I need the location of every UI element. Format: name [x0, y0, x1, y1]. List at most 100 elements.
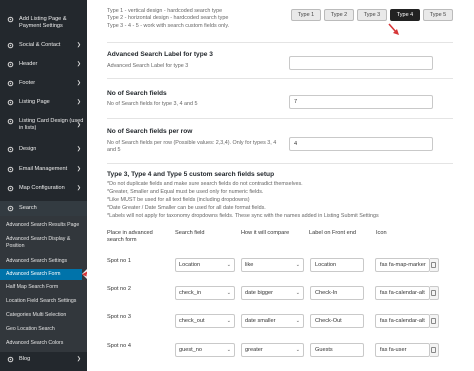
- gear-icon: [6, 185, 14, 192]
- sidebar-item-label: Search: [19, 205, 37, 211]
- sidebar-item-map[interactable]: Map Configuration ❯: [0, 185, 87, 194]
- gear-icon: [6, 99, 14, 106]
- gear-icon: [6, 61, 14, 68]
- frontend-label-input[interactable]: Check-In: [310, 286, 364, 300]
- sidebar-item-listing-page[interactable]: Listing Page ❯: [0, 99, 87, 108]
- chevron-down-icon: ⌄: [295, 318, 300, 324]
- gear-icon: [6, 205, 14, 212]
- label-type3-heading: Advanced Search Label for type 3: [107, 51, 213, 58]
- icon-class-input[interactable]: fas fa-map-marker: [375, 258, 430, 272]
- submenu-item-search-settings[interactable]: Advanced Search Settings: [6, 258, 67, 265]
- per-row-input[interactable]: 4: [289, 137, 433, 151]
- chevron-right-icon: ❯: [76, 356, 81, 362]
- submenu-item-categories-multi[interactable]: Categories Multi Selection: [6, 312, 66, 319]
- submenu-item-search-colors[interactable]: Advanced Search Colors: [6, 340, 63, 347]
- chevron-down-icon: ⌄: [295, 262, 300, 268]
- num-fields-input[interactable]: 7: [289, 95, 433, 109]
- sidebar-item-listing-card[interactable]: Listing Card Design (used in lists) ❯: [0, 118, 87, 134]
- select-value: guest_no: [179, 347, 203, 353]
- divider: [107, 42, 453, 43]
- frontend-label-input[interactable]: Guests: [310, 343, 364, 357]
- compare-select[interactable]: date bigger ⌄: [241, 286, 304, 300]
- sidebar-submenu: Advanced Search Results Page Advanced Se…: [0, 216, 87, 352]
- submenu-item-half-map[interactable]: Half Map Search Form: [6, 284, 58, 291]
- gear-icon: [6, 146, 14, 153]
- select-value: Location: [179, 262, 201, 268]
- sidebar-item-add-listing[interactable]: Add Listing Page & Payment Settings: [0, 16, 87, 32]
- gear-icon: [6, 118, 14, 125]
- chevron-right-icon: ❯: [76, 61, 81, 67]
- compare-select[interactable]: greater ⌄: [241, 343, 304, 357]
- label-type3-input[interactable]: [289, 56, 433, 70]
- chevron-right-icon: ❯: [76, 42, 81, 48]
- submenu-item-location-field[interactable]: Location Field Search Settings: [6, 298, 76, 305]
- sidebar-item-footer[interactable]: Footer ❯: [0, 80, 87, 89]
- chevron-right-icon: ❯: [76, 166, 81, 172]
- spot-label: Spot no 1: [107, 258, 131, 264]
- chevron-right-icon: ❯: [76, 80, 81, 86]
- gear-icon: [6, 356, 14, 363]
- sidebar-item-email[interactable]: Email Management ❯: [0, 166, 87, 175]
- chevron-right-icon: ❯: [76, 146, 81, 152]
- custom-fields-note-5: *Labels will not apply for taxonomy drop…: [107, 213, 379, 219]
- sidebar-item-label: Add Listing Page & Payment Settings: [19, 16, 67, 29]
- search-field-select[interactable]: guest_no ⌄: [175, 343, 235, 357]
- sidebar-item-header[interactable]: Header ❯: [0, 61, 87, 70]
- select-value: greater: [245, 347, 263, 353]
- search-type-selector: Type 1 Type 2 Type 3 Type 4 Type 5: [291, 9, 453, 21]
- column-header-place: Place in advanced search form: [107, 230, 153, 243]
- sidebar-item-blog[interactable]: Blog ❯: [0, 356, 87, 365]
- sidebar-item-design[interactable]: Design ❯: [0, 146, 87, 155]
- custom-fields-note-1: *Do not duplicate fields and make sure s…: [107, 181, 303, 187]
- icon-picker-button[interactable]: [430, 258, 439, 272]
- icon-preview-icon: [431, 290, 436, 296]
- icon-class-input[interactable]: fas fa-user: [375, 343, 430, 357]
- search-field-select[interactable]: check_out ⌄: [175, 314, 235, 328]
- custom-fields-note-2: *Greater, Smaller and Equal must be used…: [107, 189, 264, 195]
- type-1-button[interactable]: Type 1: [291, 9, 321, 21]
- select-value: date bigger: [245, 290, 273, 296]
- submenu-item-results-page[interactable]: Advanced Search Results Page: [6, 222, 79, 229]
- column-header-icon: Icon: [376, 230, 387, 236]
- select-value: like: [245, 262, 254, 268]
- compare-select[interactable]: date smaller ⌄: [241, 314, 304, 328]
- type-2-button[interactable]: Type 2: [324, 9, 354, 21]
- icon-picker-button[interactable]: [430, 314, 439, 328]
- type-5-button[interactable]: Type 5: [423, 9, 453, 21]
- submenu-item-display-position[interactable]: Advanced Search Display & Position: [6, 236, 82, 250]
- frontend-label-input[interactable]: Location: [310, 258, 364, 272]
- search-field-select[interactable]: check_in ⌄: [175, 286, 235, 300]
- icon-picker-button[interactable]: [430, 343, 439, 357]
- compare-select[interactable]: like ⌄: [241, 258, 304, 272]
- type-4-button[interactable]: Type 4: [390, 9, 420, 21]
- icon-class-input[interactable]: fas fa-calendar-alt: [375, 286, 430, 300]
- chevron-down-icon: ⌄: [226, 318, 231, 324]
- icon-picker-button[interactable]: [430, 286, 439, 300]
- spot-label: Spot no 3: [107, 314, 131, 320]
- column-header-label: Label on Front end: [309, 230, 356, 236]
- frontend-label-input[interactable]: Check-Out: [310, 314, 364, 328]
- per-row-heading: No of Search fields per row: [107, 128, 193, 135]
- label-type3-desc: Advanced Search Label for type 3: [107, 63, 189, 69]
- column-header-search-field: Search field: [175, 230, 205, 236]
- red-arrow-annotation: [388, 23, 399, 35]
- chevron-down-icon: ⌄: [226, 290, 231, 296]
- select-value: date smaller: [245, 318, 276, 324]
- icon-class-input[interactable]: fas fa-calendar-alt: [375, 314, 430, 328]
- search-type-desc-3: Type 3 - 4 - 5 - work with search custom…: [107, 23, 230, 29]
- custom-fields-note-4: *Date Greater / Date Smaller can be used…: [107, 205, 266, 211]
- custom-fields-heading: Type 3, Type 4 and Type 5 custom search …: [107, 171, 275, 178]
- num-fields-desc: No of Search fields for type 3, 4 and 5: [107, 101, 198, 107]
- sidebar-item-search[interactable]: Search: [0, 201, 87, 216]
- search-field-select[interactable]: Location ⌄: [175, 258, 235, 272]
- sidebar-item-social[interactable]: Social & Contact ❯: [0, 42, 87, 51]
- custom-fields-note-3: *Like MUST be used for all text fields (…: [107, 197, 250, 203]
- per-row-desc: No of Search fields per row (Possible va…: [107, 140, 277, 154]
- divider: [107, 163, 453, 164]
- search-type-desc-2: Type 2 - horizontal design - hardcoded s…: [107, 15, 229, 21]
- submenu-item-search-form[interactable]: Advanced Search Form: [0, 269, 82, 280]
- type-3-button[interactable]: Type 3: [357, 9, 387, 21]
- num-fields-heading: No of Search fields: [107, 90, 167, 97]
- spot-label: Spot no 2: [107, 286, 131, 292]
- submenu-item-geo-location[interactable]: Geo Location Search: [6, 326, 55, 333]
